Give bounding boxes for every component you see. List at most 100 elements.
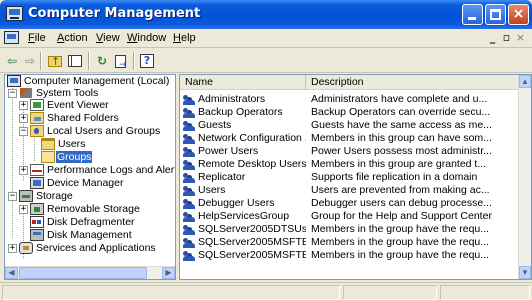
scroll-down-icon[interactable]: ▼ [519,266,531,279]
group-description: Members in this group are granted t... [311,158,487,170]
list-item[interactable]: SQLServer2005DTSUser... Members in the gr… [180,223,519,236]
list-item[interactable]: Backup Operators Backup Operators can ove… [180,106,519,119]
scroll-thumb[interactable] [19,267,147,279]
group-name: SQLServer2005MSFTEU... [198,236,306,248]
group-name: Replicator [198,171,246,183]
toolbar: ⇦ ⇨ ↻ ? [0,49,532,74]
minimize-button[interactable] [462,4,483,25]
disk-management-icon [30,229,44,241]
console-tree-icon [68,55,82,67]
group-icon [183,159,196,170]
maximize-button[interactable] [485,4,506,25]
group-icon [183,172,196,183]
group-name: SQLServer2005MSFTEU... [198,249,306,261]
refresh-button[interactable]: ↻ [93,52,111,70]
up-one-level-button[interactable] [46,52,64,71]
console-tree[interactable]: Computer Management (Local) − System Too… [4,74,176,280]
status-pane [343,285,437,300]
scroll-left-icon[interactable]: ◀ [5,267,18,279]
expand-icon[interactable]: + [19,101,28,110]
list-item[interactable]: Power Users Power Users possess most admi… [180,145,519,158]
list-item[interactable]: SQLServer2005MSFTEU... Members in the gro… [180,249,519,262]
group-description: Administrators have complete and u... [311,93,488,105]
group-description: Group for the Help and Support Center [311,210,492,222]
column-header-name[interactable]: Name [180,75,306,90]
status-pane [2,285,340,300]
computer-management-icon[interactable] [6,6,23,21]
expand-icon[interactable]: + [19,166,28,175]
menu-help[interactable]: Help [173,32,196,44]
menu-view[interactable]: View [96,32,120,44]
document-window-controls: _ ▫ × [486,31,528,45]
tree-connector [34,138,35,161]
group-name: SQLServer2005DTSUser... [198,223,306,235]
tree-horizontal-scrollbar[interactable]: ◀ ▶ [5,266,175,279]
window-title: Computer Management [28,6,201,21]
document-close-icon[interactable]: × [514,31,527,44]
title-bar[interactable]: Computer Management × [0,0,532,29]
show-hide-tree-button[interactable] [66,52,84,70]
list-item[interactable]: Remote Desktop Users Members in this grou… [180,158,519,171]
services-icon [19,242,33,254]
tree-item-label: Storage [36,190,73,202]
group-icon [183,185,196,196]
export-list-button[interactable] [112,52,130,74]
group-description: Backup Operators can override secu... [311,106,491,118]
collapse-icon[interactable]: − [8,89,17,98]
group-description: Supports file replication in a domain [311,171,478,183]
close-icon: × [512,6,525,22]
back-button[interactable]: ⇦ [3,52,21,70]
computer-management-window: Computer Management × File Action View W… [0,0,532,300]
expand-icon[interactable]: + [19,205,28,214]
export-list-icon [115,55,127,74]
list-item[interactable]: Debugger Users Debugger users can debug p… [180,197,519,210]
collapse-icon[interactable]: − [8,192,17,201]
group-description: Users are prevented from making ac... [311,184,490,196]
tree-item-label: Event Viewer [47,99,109,111]
scroll-right-icon[interactable]: ▶ [162,267,175,279]
group-description: Members in the group have the requ... [311,223,490,235]
group-icon [183,107,196,118]
list-item[interactable]: Administrators Administrators have comple… [180,93,519,106]
help-button[interactable]: ? [138,52,156,70]
forward-button[interactable]: ⇨ [21,52,39,70]
list-item[interactable]: SQLServer2005MSFTEU... Members in the gro… [180,236,519,249]
group-name: Backup Operators [198,106,283,118]
group-name: Remote Desktop Users [198,158,306,170]
scroll-up-icon[interactable]: ▲ [519,75,531,88]
list-vertical-scrollbar[interactable]: ▲ ▼ [518,75,531,279]
status-bar [0,282,532,300]
group-name: Debugger Users [198,197,275,209]
column-header-description[interactable]: Description [306,75,519,90]
document-restore-icon[interactable]: ▫ [500,31,513,44]
expand-icon[interactable]: + [8,244,17,253]
group-description: Members in the group have the requ... [311,236,490,248]
removable-storage-icon [30,203,44,215]
document-window-icon[interactable] [4,31,19,44]
group-description: Members in this group can have som... [311,132,492,144]
menu-file[interactable]: File [28,32,46,44]
menu-bar: File Action View Window Help _ ▫ × [0,29,532,48]
tree-item-label: Performance Logs and Alerts [47,164,176,176]
list-item[interactable]: Replicator Supports file replication in a… [180,171,519,184]
collapse-icon[interactable]: − [19,127,28,136]
tree-connector [12,88,13,238]
list-item[interactable]: Users Users are prevented from making ac.… [180,184,519,197]
groups-list-view[interactable]: Name Description Administrators Administr… [179,74,532,280]
status-pane [440,285,530,300]
maximize-icon [490,9,501,20]
group-icon [183,224,196,235]
group-icon [183,146,196,157]
menu-action[interactable]: Action [57,32,88,44]
tree-item-label: Disk Management [47,229,132,241]
help-icon: ? [140,54,154,68]
list-item[interactable]: HelpServicesGroup Group for the Help and … [180,210,519,223]
list-item[interactable]: Network Configuration ... Members in this… [180,132,519,145]
expand-icon[interactable]: + [19,114,28,123]
list-item[interactable]: Guests Guests have the same access as me.… [180,119,519,132]
group-name: Network Configuration ... [198,132,306,144]
close-button[interactable]: × [508,4,529,25]
menu-window[interactable]: Window [127,32,166,44]
document-minimize-icon[interactable]: _ [486,31,499,44]
group-icon [183,94,196,105]
